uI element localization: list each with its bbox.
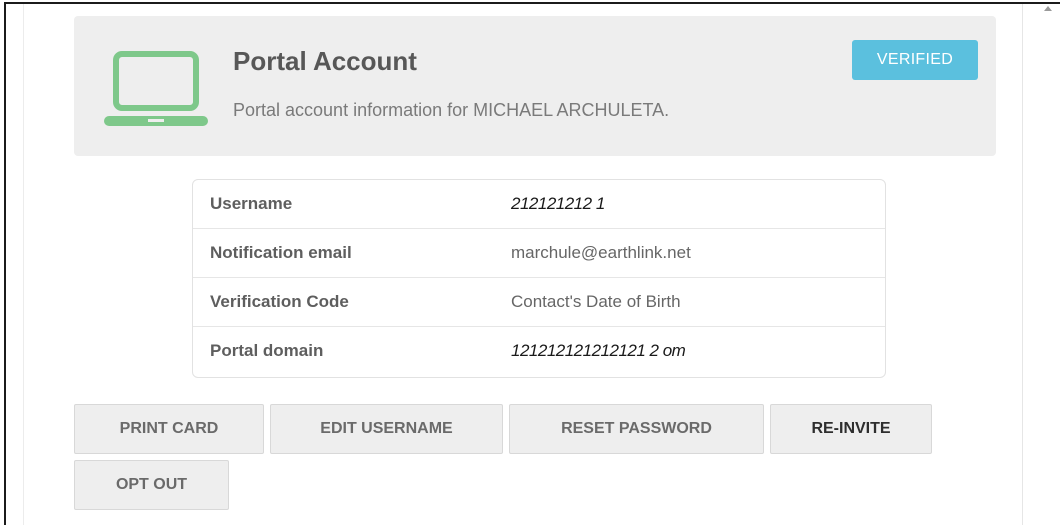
info-row-username: Username 212121212 1 [193,180,885,228]
info-row-notification-email: Notification email marchule@earthlink.ne… [193,229,885,277]
scrollbar-track[interactable] [1022,4,1061,525]
username-label: Username [210,194,293,213]
notification-email-value: marchule@earthlink.net [511,243,691,262]
panel-left-border [23,4,24,525]
reset-password-button[interactable]: RESET PASSWORD [509,404,764,454]
re-invite-button[interactable]: RE-INVITE [770,404,932,454]
verified-badge: VERIFIED [852,40,978,80]
print-card-button[interactable]: PRINT CARD [74,404,264,454]
portal-domain-value: 121212121212121 2 om [511,341,686,360]
opt-out-button[interactable]: OPT OUT [74,460,229,510]
laptop-icon [104,51,208,126]
portal-domain-label: Portal domain [210,341,324,360]
info-row-portal-domain: Portal domain 121212121212121 2 om [193,327,885,375]
verification-code-value: Contact's Date of Birth [511,292,681,311]
page-title: Portal Account [233,46,417,76]
verification-code-label: Verification Code [210,292,349,311]
username-value: 212121212 1 [511,194,605,213]
portal-account-panel: Portal Account Portal account informatio… [4,2,1061,525]
page-subtitle: Portal account information for MICHAEL A… [233,100,670,120]
account-info-table: Username 212121212 1 Notification email … [192,179,886,378]
scroll-up-arrow-icon[interactable] [1044,6,1052,11]
notification-email-label: Notification email [210,243,352,262]
info-row-verification-code: Verification Code Contact's Date of Birt… [193,278,885,326]
portal-account-header: Portal Account Portal account informatio… [74,16,996,156]
edit-username-button[interactable]: EDIT USERNAME [270,404,503,454]
